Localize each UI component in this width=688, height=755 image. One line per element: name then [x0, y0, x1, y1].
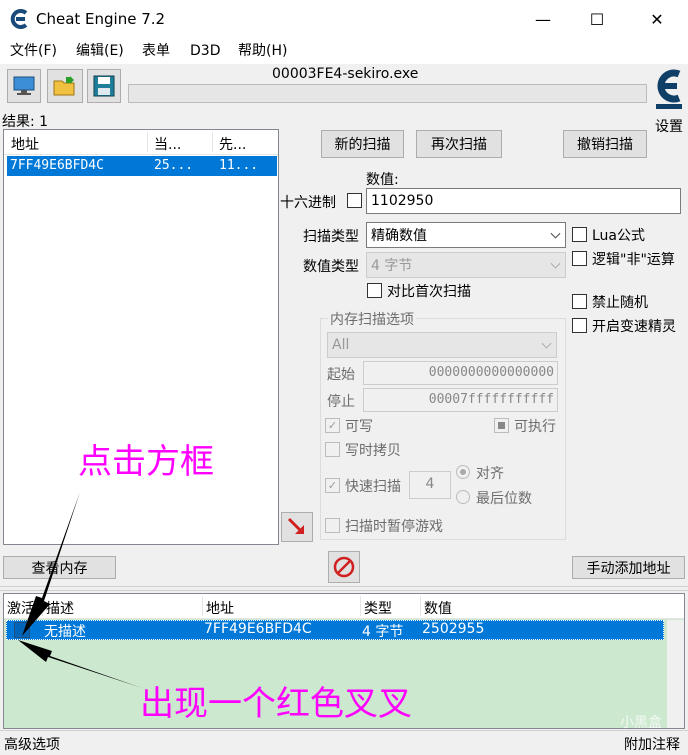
annotation-arrow-down	[22, 492, 80, 636]
watermark: 小黑盒	[620, 715, 662, 731]
annotation-arrows	[18, 492, 142, 688]
annotation-arrow-left	[18, 640, 142, 688]
